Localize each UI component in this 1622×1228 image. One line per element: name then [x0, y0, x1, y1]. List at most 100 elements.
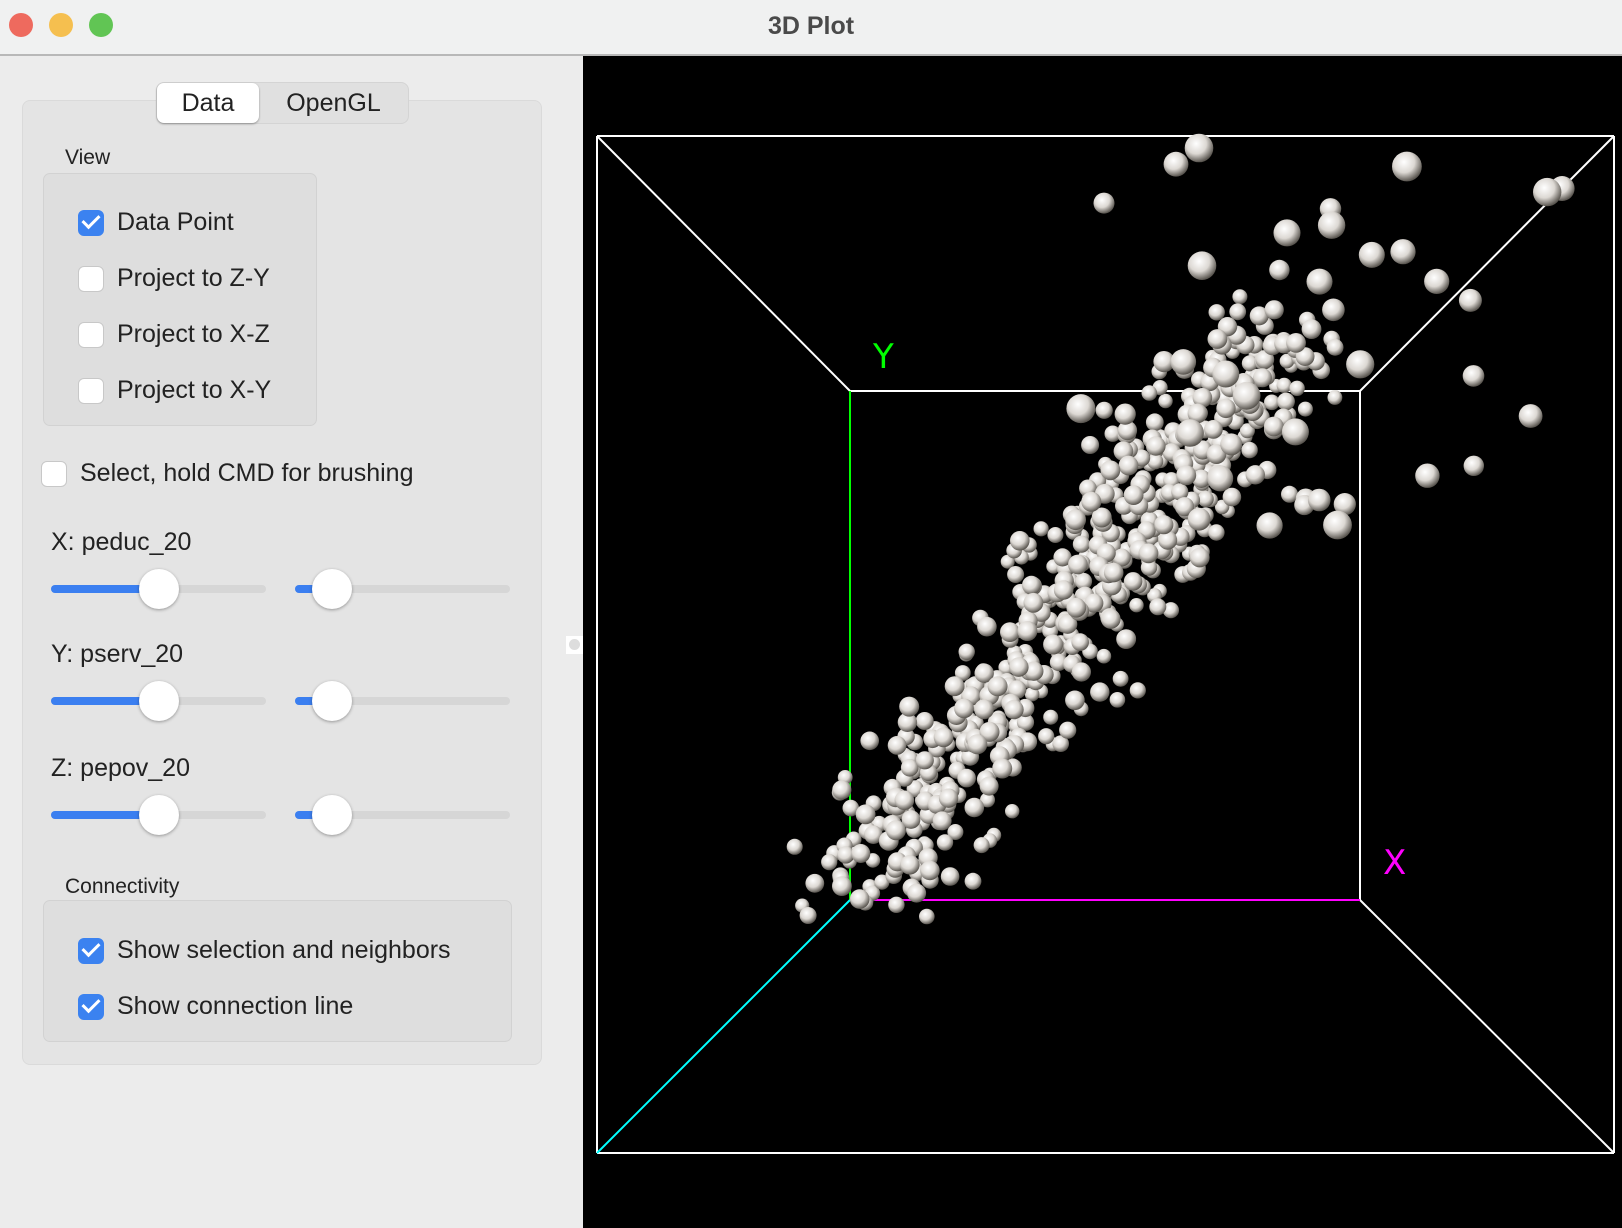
checkbox-data-point[interactable]: Data Point: [78, 208, 234, 237]
data-point[interactable]: [1222, 487, 1242, 507]
data-point[interactable]: [888, 896, 905, 913]
data-point[interactable]: [1007, 566, 1025, 583]
data-point[interactable]: [1176, 465, 1197, 486]
data-point[interactable]: [907, 883, 927, 903]
data-point[interactable]: [992, 758, 1013, 779]
data-point[interactable]: [1187, 507, 1211, 531]
data-point[interactable]: [958, 643, 975, 660]
data-point[interactable]: [987, 676, 1008, 697]
data-point[interactable]: [1281, 418, 1309, 446]
data-point[interactable]: [1146, 436, 1166, 456]
data-point[interactable]: [1149, 598, 1167, 616]
data-point[interactable]: [920, 860, 940, 881]
data-point[interactable]: [1458, 288, 1482, 312]
data-point[interactable]: [1033, 521, 1049, 537]
data-point[interactable]: [1101, 609, 1121, 629]
checkbox-show-selection-neighbors[interactable]: Show selection and neighbors: [78, 936, 451, 965]
data-point[interactable]: [1123, 572, 1143, 591]
data-point[interactable]: [1208, 304, 1225, 321]
data-point[interactable]: [940, 867, 960, 886]
data-point[interactable]: [1065, 690, 1085, 711]
tab-opengl[interactable]: OpenGL: [259, 83, 408, 123]
data-point[interactable]: [1263, 416, 1284, 437]
data-point[interactable]: [851, 844, 871, 863]
axis-1-max-slider[interactable]: [295, 681, 510, 721]
data-point[interactable]: [1256, 512, 1283, 539]
data-point[interactable]: [1043, 634, 1064, 655]
data-point[interactable]: [1103, 562, 1124, 583]
data-point[interactable]: [979, 776, 999, 796]
data-point[interactable]: [1059, 721, 1077, 739]
data-point[interactable]: [1317, 211, 1346, 239]
data-point[interactable]: [1118, 455, 1139, 476]
checkbox-icon[interactable]: [78, 993, 104, 1020]
data-point[interactable]: [1170, 349, 1197, 375]
data-point[interactable]: [1141, 385, 1158, 401]
slider-knob[interactable]: [138, 795, 179, 835]
data-point[interactable]: [855, 804, 876, 825]
axis-0-max-slider[interactable]: [295, 569, 510, 609]
data-point[interactable]: [1096, 648, 1112, 664]
checkbox-icon[interactable]: [78, 265, 104, 292]
data-point[interactable]: [1322, 298, 1345, 322]
slider-knob[interactable]: [138, 681, 179, 721]
data-point[interactable]: [849, 889, 870, 909]
data-point[interactable]: [805, 873, 825, 893]
data-point[interactable]: [1277, 392, 1295, 411]
data-point[interactable]: [1197, 490, 1214, 508]
data-point[interactable]: [973, 837, 990, 854]
3d-plot-svg[interactable]: YX: [583, 56, 1622, 1228]
data-point[interactable]: [1204, 420, 1223, 439]
data-point[interactable]: [1207, 465, 1234, 492]
data-point[interactable]: [1072, 535, 1090, 553]
data-point[interactable]: [832, 876, 852, 896]
checkbox-icon[interactable]: [78, 937, 104, 964]
data-point[interactable]: [1327, 390, 1343, 405]
checkbox-select-brushing[interactable]: Select, hold CMD for brushing: [41, 459, 413, 488]
data-point[interactable]: [1424, 268, 1450, 294]
data-point[interactable]: [1043, 709, 1059, 725]
slider-knob[interactable]: [311, 569, 352, 609]
data-point[interactable]: [1023, 592, 1044, 613]
data-point[interactable]: [977, 616, 997, 637]
data-point[interactable]: [1208, 524, 1225, 541]
axis-0-min-slider[interactable]: [51, 569, 266, 609]
data-point[interactable]: [1176, 419, 1204, 447]
data-point[interactable]: [1095, 401, 1113, 419]
data-point[interactable]: [1114, 403, 1136, 425]
data-point[interactable]: [1392, 151, 1422, 182]
data-point[interactable]: [1066, 394, 1096, 424]
data-point[interactable]: [1346, 350, 1375, 379]
data-point[interactable]: [932, 811, 952, 831]
axis-1-min-slider[interactable]: [51, 681, 266, 721]
slider-knob[interactable]: [311, 681, 352, 721]
data-point[interactable]: [1216, 398, 1236, 419]
data-point[interactable]: [1154, 515, 1174, 535]
data-point[interactable]: [832, 780, 852, 800]
axis-2-max-slider[interactable]: [295, 795, 510, 835]
data-point[interactable]: [1163, 151, 1189, 177]
data-point[interactable]: [1187, 251, 1217, 280]
data-point[interactable]: [1533, 177, 1562, 207]
data-point[interactable]: [915, 751, 934, 770]
data-point[interactable]: [894, 790, 915, 811]
checkbox-project-xz[interactable]: Project to X-Z: [78, 320, 270, 349]
data-point[interactable]: [1038, 728, 1055, 745]
data-point[interactable]: [1071, 662, 1091, 682]
data-point[interactable]: [944, 676, 965, 697]
data-point[interactable]: [1358, 241, 1385, 268]
checkbox-icon[interactable]: [78, 377, 104, 404]
data-point[interactable]: [1065, 509, 1086, 531]
data-point[interactable]: [1518, 404, 1543, 428]
data-point[interactable]: [860, 731, 879, 751]
data-point[interactable]: [957, 768, 976, 788]
data-point[interactable]: [1241, 441, 1258, 459]
data-point[interactable]: [1212, 360, 1240, 388]
data-point[interactable]: [1129, 682, 1146, 699]
checkbox-project-zy[interactable]: Project to Z-Y: [78, 264, 270, 293]
data-point[interactable]: [1138, 543, 1159, 564]
data-point[interactable]: [1307, 488, 1331, 512]
data-point[interactable]: [954, 698, 974, 719]
data-point[interactable]: [1145, 413, 1164, 432]
data-point[interactable]: [1229, 303, 1247, 321]
